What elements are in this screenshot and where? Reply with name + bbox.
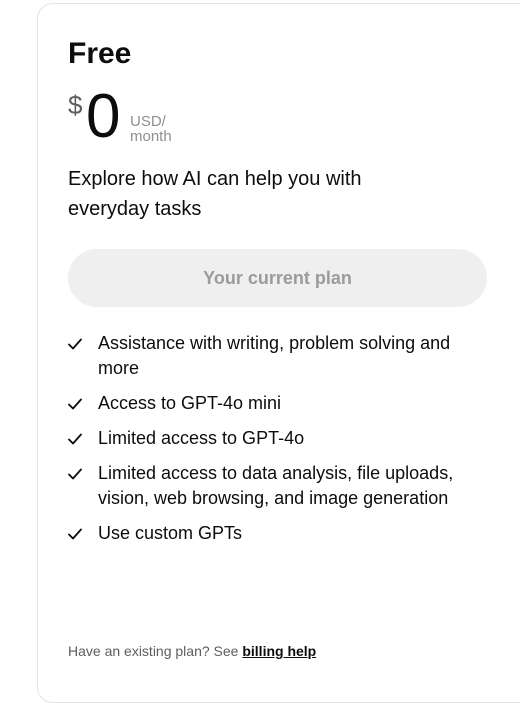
footer-text: Have an existing plan? See (68, 643, 243, 659)
feature-item: Limited access to GPT-4o (68, 426, 488, 451)
check-icon (68, 426, 98, 451)
check-icon (68, 391, 98, 416)
feature-item: Access to GPT-4o mini (68, 391, 488, 416)
feature-text: Use custom GPTs (98, 523, 243, 543)
currency-symbol: $ (68, 90, 83, 120)
period-unit: month (130, 128, 172, 145)
feature-list: Assistance with writing, problem solving… (68, 331, 488, 556)
plan-name: Free (68, 37, 132, 70)
feature-text: Limited access to GPT-4o (98, 428, 305, 448)
current-plan-button[interactable]: Your current plan (68, 249, 487, 307)
feature-item: Use custom GPTs (68, 521, 488, 546)
billing-footer: Have an existing plan? See billing help (68, 641, 316, 661)
feature-text: Limited access to data analysis, file up… (98, 463, 454, 508)
feature-text: Access to GPT-4o mini (98, 393, 282, 413)
price-period: USD/ month (130, 114, 200, 144)
price-amount: 0 (86, 82, 121, 151)
feature-item: Limited access to data analysis, file up… (68, 461, 488, 511)
check-icon (68, 521, 98, 546)
check-icon (68, 461, 98, 486)
billing-help-link[interactable]: billing help (242, 643, 316, 659)
plan-tagline: Explore how AI can help you with everyda… (68, 168, 362, 220)
feature-text: Assistance with writing, problem solving… (98, 333, 451, 378)
feature-item: Assistance with writing, problem solving… (68, 331, 488, 381)
check-icon (68, 331, 98, 356)
